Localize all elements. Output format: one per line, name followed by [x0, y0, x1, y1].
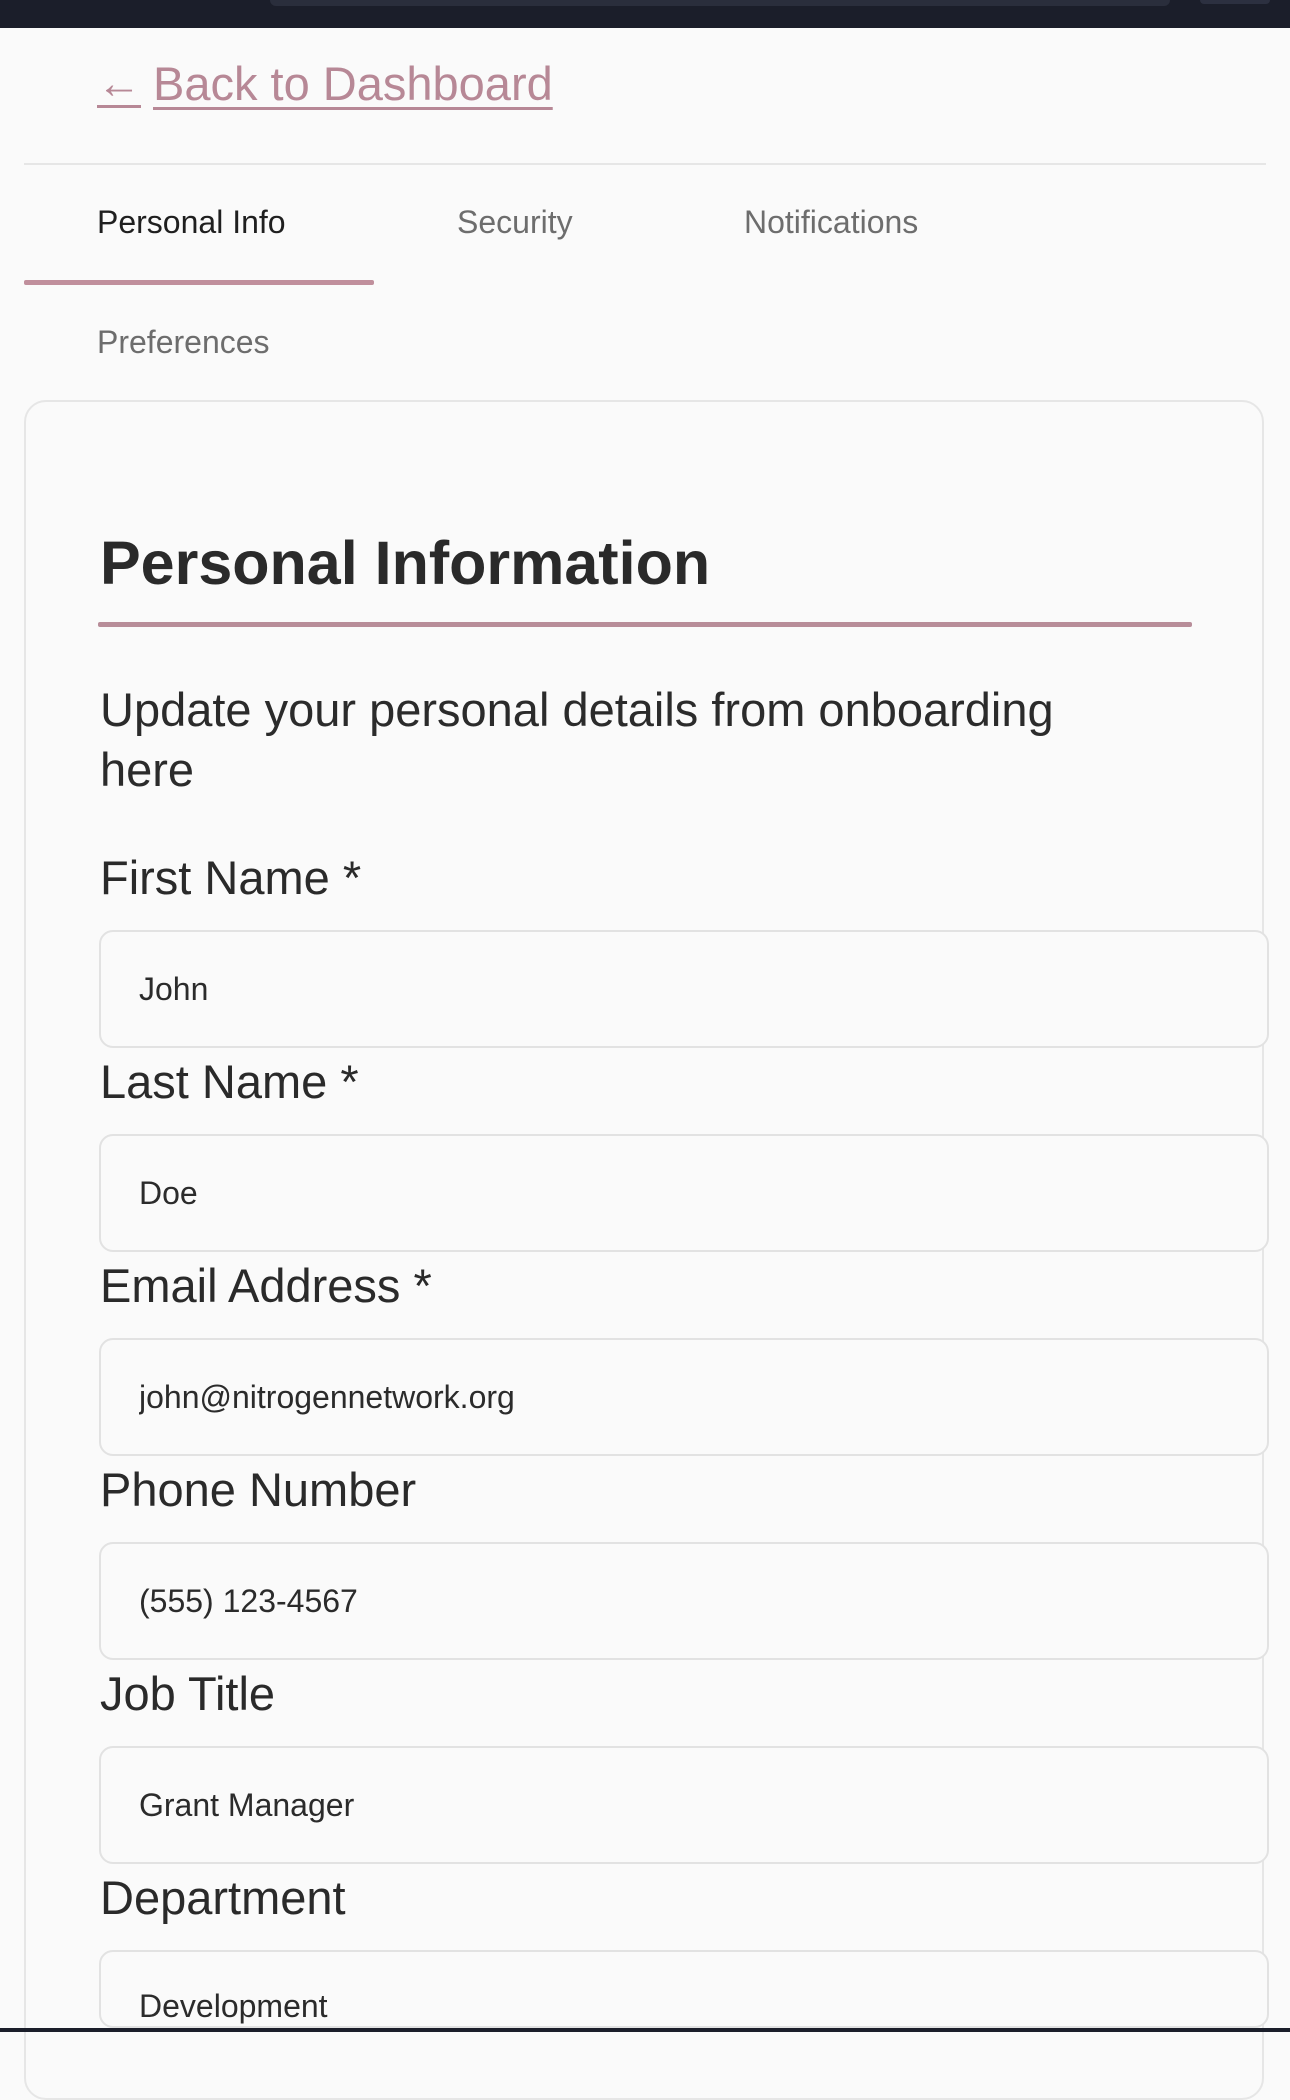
- email-address-label: Email Address *: [100, 1259, 432, 1312]
- phone-number-input[interactable]: [99, 1542, 1269, 1660]
- last-name-input[interactable]: [99, 1134, 1269, 1252]
- section-title: Personal Information: [100, 529, 711, 597]
- job-title-label: Job Title: [100, 1667, 276, 1720]
- title-underline: [98, 622, 1192, 627]
- header-divider: [24, 163, 1266, 165]
- email-address-input[interactable]: [99, 1338, 1269, 1456]
- top-bar-address-pill: [270, 0, 1170, 6]
- department-label: Department: [100, 1871, 346, 1924]
- back-to-dashboard-link[interactable]: ← Back to Dashboard: [97, 56, 553, 111]
- tab-preferences[interactable]: Preferences: [97, 324, 270, 361]
- back-link-label: Back to Dashboard: [153, 57, 553, 110]
- top-bar-chip: [1200, 0, 1270, 4]
- tab-security[interactable]: Security: [457, 204, 573, 241]
- first-name-input[interactable]: [99, 930, 1269, 1048]
- active-tab-indicator: [24, 280, 374, 285]
- bottom-edge-bar: [0, 2028, 1290, 2032]
- arrow-left-icon: ←: [97, 58, 141, 108]
- tab-notifications[interactable]: Notifications: [744, 204, 918, 241]
- section-subtitle: Update your personal details from onboar…: [100, 683, 1054, 796]
- job-title-input[interactable]: [99, 1746, 1269, 1864]
- last-name-label: Last Name *: [100, 1055, 359, 1108]
- phone-number-label: Phone Number: [100, 1463, 417, 1516]
- first-name-label: First Name *: [100, 851, 362, 904]
- department-input[interactable]: [99, 1950, 1269, 2028]
- tab-personal-info[interactable]: Personal Info: [97, 204, 286, 241]
- system-top-bar: [0, 0, 1290, 28]
